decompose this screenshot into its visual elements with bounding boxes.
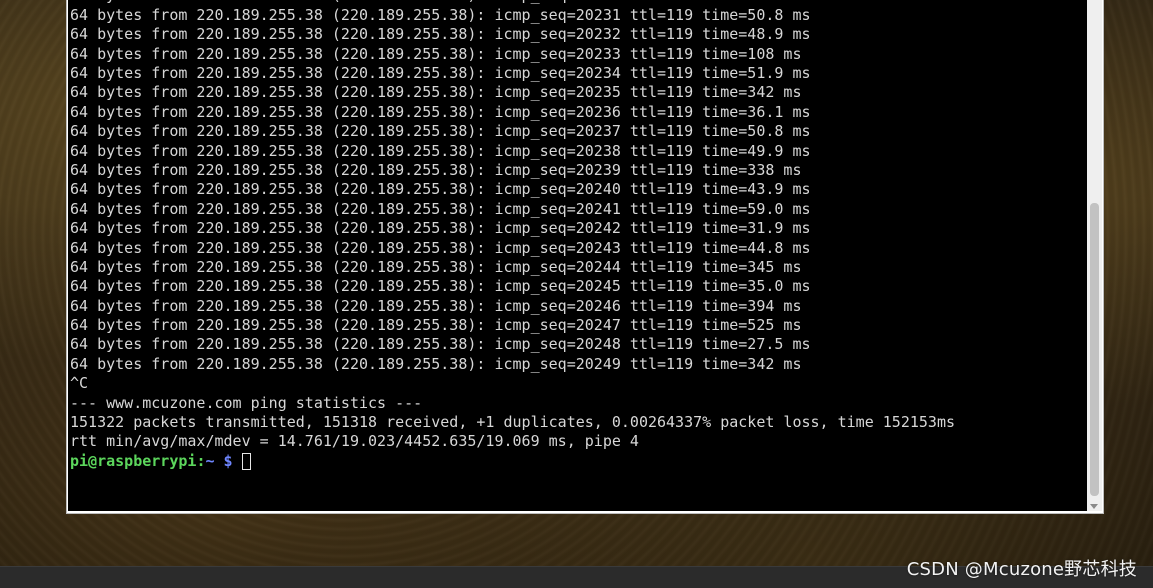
terminal-window[interactable]: 64 bytes from 220.189.255.38 (220.189.25… (66, 0, 1104, 514)
terminal-output-line: 64 bytes from 220.189.255.38 (220.189.25… (70, 25, 811, 44)
terminal-line-list: 64 bytes from 220.189.255.38 (220.189.25… (70, 0, 955, 510)
scrollbar-thumb[interactable] (1090, 202, 1099, 496)
terminal-output-line: 64 bytes from 220.189.255.38 (220.189.25… (70, 5, 811, 24)
terminal-output-line: 64 bytes from 220.189.255.38 (220.189.25… (70, 122, 811, 141)
terminal-output-line: --- www.mcuzone.com ping statistics --- (70, 393, 423, 412)
terminal-output-line: 64 bytes from 220.189.255.38 (220.189.25… (70, 160, 802, 179)
terminal-output-line: 64 bytes from 220.189.255.38 (220.189.25… (70, 180, 811, 199)
terminal-output-line: 64 bytes from 220.189.255.38 (220.189.25… (70, 238, 811, 257)
terminal-output-line: 64 bytes from 220.189.255.38 (220.189.25… (70, 316, 802, 335)
terminal-output-line: 151322 packets transmitted, 151318 recei… (70, 413, 956, 432)
terminal-output-line: 64 bytes from 220.189.255.38 (220.189.25… (70, 296, 802, 315)
terminal-output-area[interactable]: 64 bytes from 220.189.255.38 (220.189.25… (68, 0, 1088, 511)
watermark-text: CSDN @Mcuzone野芯科技 (906, 559, 1137, 580)
terminal-output-line: 64 bytes from 220.189.255.38 (220.189.25… (70, 219, 811, 238)
terminal-output-line: 64 bytes from 220.189.255.38 (220.189.25… (70, 83, 802, 102)
vertical-scrollbar[interactable] (1087, 0, 1102, 511)
prompt-path: ~ (205, 451, 215, 470)
terminal-output-line: rtt min/avg/max/mdev = 14.761/19.023/445… (70, 432, 639, 451)
terminal-output-line: 64 bytes from 220.189.255.38 (220.189.25… (70, 141, 811, 160)
terminal-output-line: 64 bytes from 220.189.255.38 (220.189.25… (70, 199, 811, 218)
terminal-output-line: 64 bytes from 220.189.255.38 (220.189.25… (70, 63, 811, 82)
terminal-output-line: ^C (70, 374, 89, 393)
terminal-output-line: 64 bytes from 220.189.255.38 (220.189.25… (70, 335, 811, 354)
terminal-output-line: 64 bytes from 220.189.255.38 (220.189.25… (70, 102, 811, 121)
scroll-down-arrow-icon[interactable] (1090, 504, 1098, 509)
prompt-symbol: $ (214, 451, 242, 470)
terminal-output-line: 64 bytes from 220.189.255.38 (220.189.25… (70, 257, 802, 276)
prompt-user-host: pi@raspberrypi (70, 451, 197, 470)
prompt-line[interactable]: pi@raspberrypi:~ $ (70, 452, 955, 471)
terminal-output-line: 64 bytes from 220.189.255.38 (220.189.25… (70, 354, 802, 373)
text-cursor[interactable] (241, 452, 251, 470)
terminal-output-line: 64 bytes from 220.189.255.38 (220.189.25… (70, 277, 811, 296)
terminal-output-line: 64 bytes from 220.189.255.38 (220.189.25… (70, 44, 802, 63)
